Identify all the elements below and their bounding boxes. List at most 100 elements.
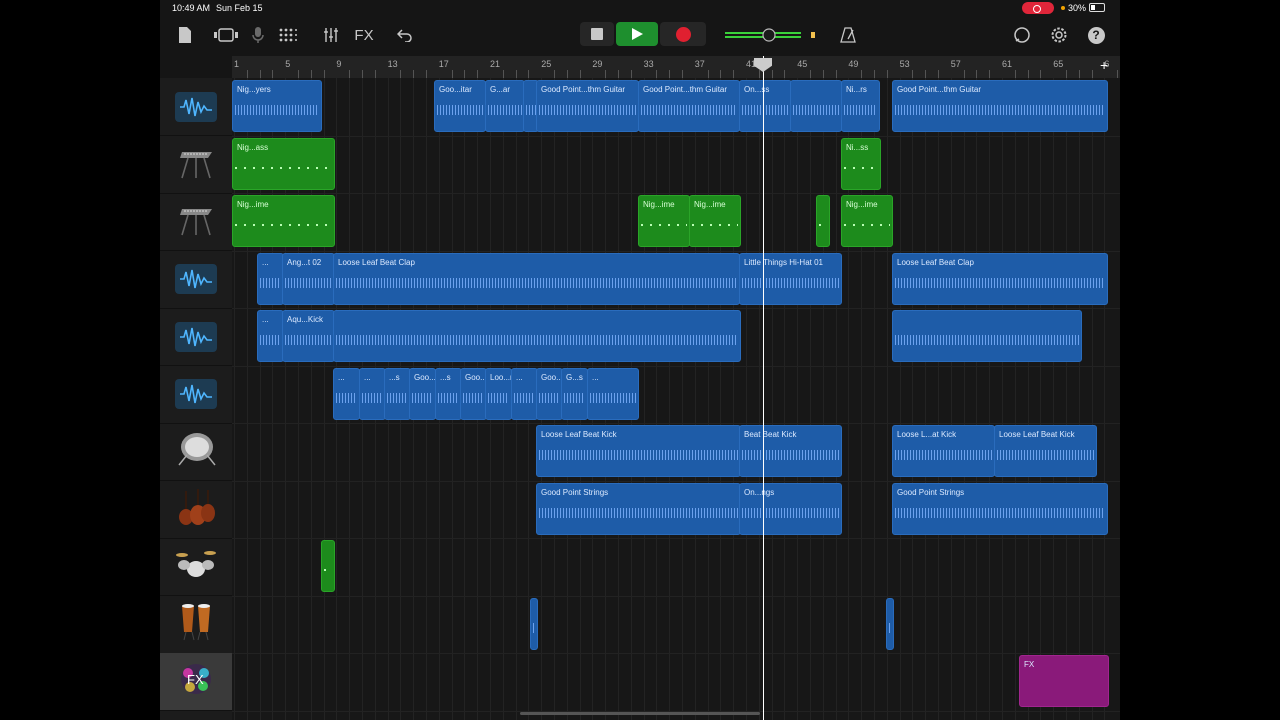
audio-region[interactable]: ... [257, 310, 284, 362]
audio-region[interactable]: ... [257, 252, 284, 305]
track-lane[interactable] [232, 596, 1120, 654]
stop-icon [591, 28, 603, 40]
audio-region[interactable] [892, 310, 1082, 362]
ruler-bar-number: 29 [592, 59, 603, 69]
audio-region[interactable]: Good Point Strings [536, 482, 741, 535]
track-header[interactable] [160, 481, 232, 539]
audio-region[interactable]: Loo...rash [485, 367, 512, 420]
add-section-icon[interactable]: + [1100, 57, 1108, 73]
track-lane[interactable]: Good Point Strings On...ngs Good Point Str… [232, 481, 1120, 539]
audio-region[interactable] [790, 80, 842, 132]
grid-icon[interactable] [278, 24, 298, 46]
track-lane[interactable]: ... Aqu...Kick [232, 308, 1120, 367]
track-header[interactable] [160, 193, 232, 251]
audio-region[interactable]: Loose L...at Kick [892, 425, 995, 477]
audio-region[interactable]: G...s [561, 367, 588, 420]
track-header[interactable] [160, 78, 232, 136]
play-button[interactable] [616, 22, 658, 46]
audio-region[interactable] [886, 597, 894, 650]
track-lane[interactable]: Loose Leaf Beat Kick Beat Beat Kick Loose … [232, 423, 1120, 482]
playhead[interactable] [763, 56, 764, 720]
audio-region[interactable]: ... [511, 367, 538, 420]
midi-region[interactable]: Nig...ime [841, 195, 893, 247]
midi-region[interactable]: Ni...ss [841, 137, 881, 190]
track-header[interactable] [160, 308, 232, 366]
audio-region[interactable]: ... [333, 367, 360, 420]
audio-region[interactable]: ... [359, 367, 386, 420]
midi-region[interactable]: Nig...ass [232, 137, 335, 190]
audio-region[interactable]: G...ar [485, 80, 525, 132]
audio-region[interactable]: On...ngs [739, 482, 842, 535]
audio-region[interactable]: Beat Beat Kick [739, 425, 842, 477]
midi-region[interactable] [321, 540, 335, 592]
track-lane[interactable]: Nig...yers Goo...itar G...ar Good Point...t… [232, 78, 1120, 137]
audio-region[interactable]: Good Point...thm Guitar [536, 80, 639, 132]
audio-region[interactable]: Ni...rs [841, 80, 880, 132]
track-header[interactable] [160, 596, 232, 654]
timeline-ruler[interactable]: 1 5 9 13 17 21 25 29 33 37 41 45 49 53 57 61 65 6 [232, 56, 1120, 79]
audio-region[interactable]: ... [587, 367, 639, 420]
audio-region[interactable]: Goo...ass [409, 367, 436, 420]
track-header[interactable] [160, 366, 232, 424]
help-icon[interactable]: ? [1086, 24, 1106, 46]
audio-region[interactable]: Good Point Strings [892, 482, 1108, 535]
region-label: Ni...rs [846, 85, 867, 94]
audio-region[interactable]: Loose Leaf Beat Clap [333, 252, 740, 305]
fx-region[interactable]: FX [1019, 655, 1109, 707]
audio-region[interactable]: Nig...yers [232, 80, 322, 132]
ruler-tick [618, 70, 619, 78]
track-header[interactable] [160, 136, 232, 194]
track-lane[interactable]: Nig...ass Ni...ss [232, 136, 1120, 194]
track-header[interactable] [160, 538, 232, 596]
ruler-bar-number: 13 [387, 59, 398, 69]
settings-icon[interactable] [1049, 24, 1069, 46]
audio-region[interactable]: On...ss [739, 80, 792, 132]
ruler-tick [963, 70, 965, 78]
audio-region[interactable]: Good Point...thm Guitar [892, 80, 1108, 132]
conga-icon [178, 602, 214, 647]
audio-region[interactable]: Loose Leaf Beat Clap [892, 252, 1108, 305]
undo-icon[interactable] [396, 24, 414, 46]
audio-region[interactable] [333, 310, 741, 362]
microphone-icon[interactable] [250, 24, 266, 46]
region-label: ... [516, 372, 523, 382]
audio-region[interactable]: Aqu...Kick [282, 310, 335, 362]
track-header[interactable]: FX [160, 653, 232, 711]
region-label: Goo...itar [439, 85, 472, 94]
audio-region[interactable]: ...s [384, 367, 411, 420]
midi-region[interactable]: Nig...ime [232, 195, 335, 247]
audio-region[interactable]: Goo...ass [536, 367, 563, 420]
audio-region[interactable]: Loose Leaf Beat Kick [536, 425, 741, 477]
track-lane[interactable]: ... Ang...t 02 Loose Leaf Beat Clap Little … [232, 251, 1120, 309]
volume-slider[interactable] [722, 24, 832, 46]
midi-region[interactable]: Nig...ime [638, 195, 690, 247]
region-waveform [336, 392, 357, 403]
audio-region[interactable]: ...s [435, 367, 462, 420]
view-toggle-icon[interactable] [212, 24, 240, 46]
stop-button[interactable] [580, 22, 614, 46]
track-lane[interactable] [232, 538, 1120, 597]
track-lane[interactable]: FX [232, 653, 1120, 712]
audio-region[interactable]: Ang...t 02 [282, 252, 335, 305]
track-lane[interactable]: ...... ...s Goo...ass ...s Goo...ass Loo...ra… [232, 366, 1120, 424]
track-header[interactable] [160, 251, 232, 309]
record-button[interactable] [660, 22, 706, 46]
track-lane[interactable]: Nig...ime Nig...ime Nig...ime Nig...ime [232, 193, 1120, 252]
document-icon[interactable] [176, 24, 194, 46]
audio-region[interactable]: Good Point...thm Guitar [638, 80, 740, 132]
audio-region[interactable]: Goo...ass [460, 367, 487, 420]
audio-region[interactable] [530, 597, 538, 650]
horizontal-scrollbar[interactable] [520, 712, 760, 715]
track-header[interactable] [160, 423, 232, 481]
loop-icon[interactable] [1012, 24, 1032, 46]
midi-region[interactable] [816, 195, 830, 247]
midi-region[interactable]: Nig...ime [689, 195, 741, 247]
fx-button[interactable]: FX [352, 24, 376, 46]
region-waveform [844, 224, 890, 226]
mixer-icon[interactable] [322, 24, 340, 46]
metronome-icon[interactable] [840, 24, 856, 46]
audio-region[interactable]: Goo...itar [434, 80, 486, 132]
audio-region[interactable]: Little Things Hi-Hat 01 [739, 252, 842, 305]
audio-region[interactable]: Loose Leaf Beat Kick [994, 425, 1097, 477]
ruler-tick [938, 70, 939, 78]
